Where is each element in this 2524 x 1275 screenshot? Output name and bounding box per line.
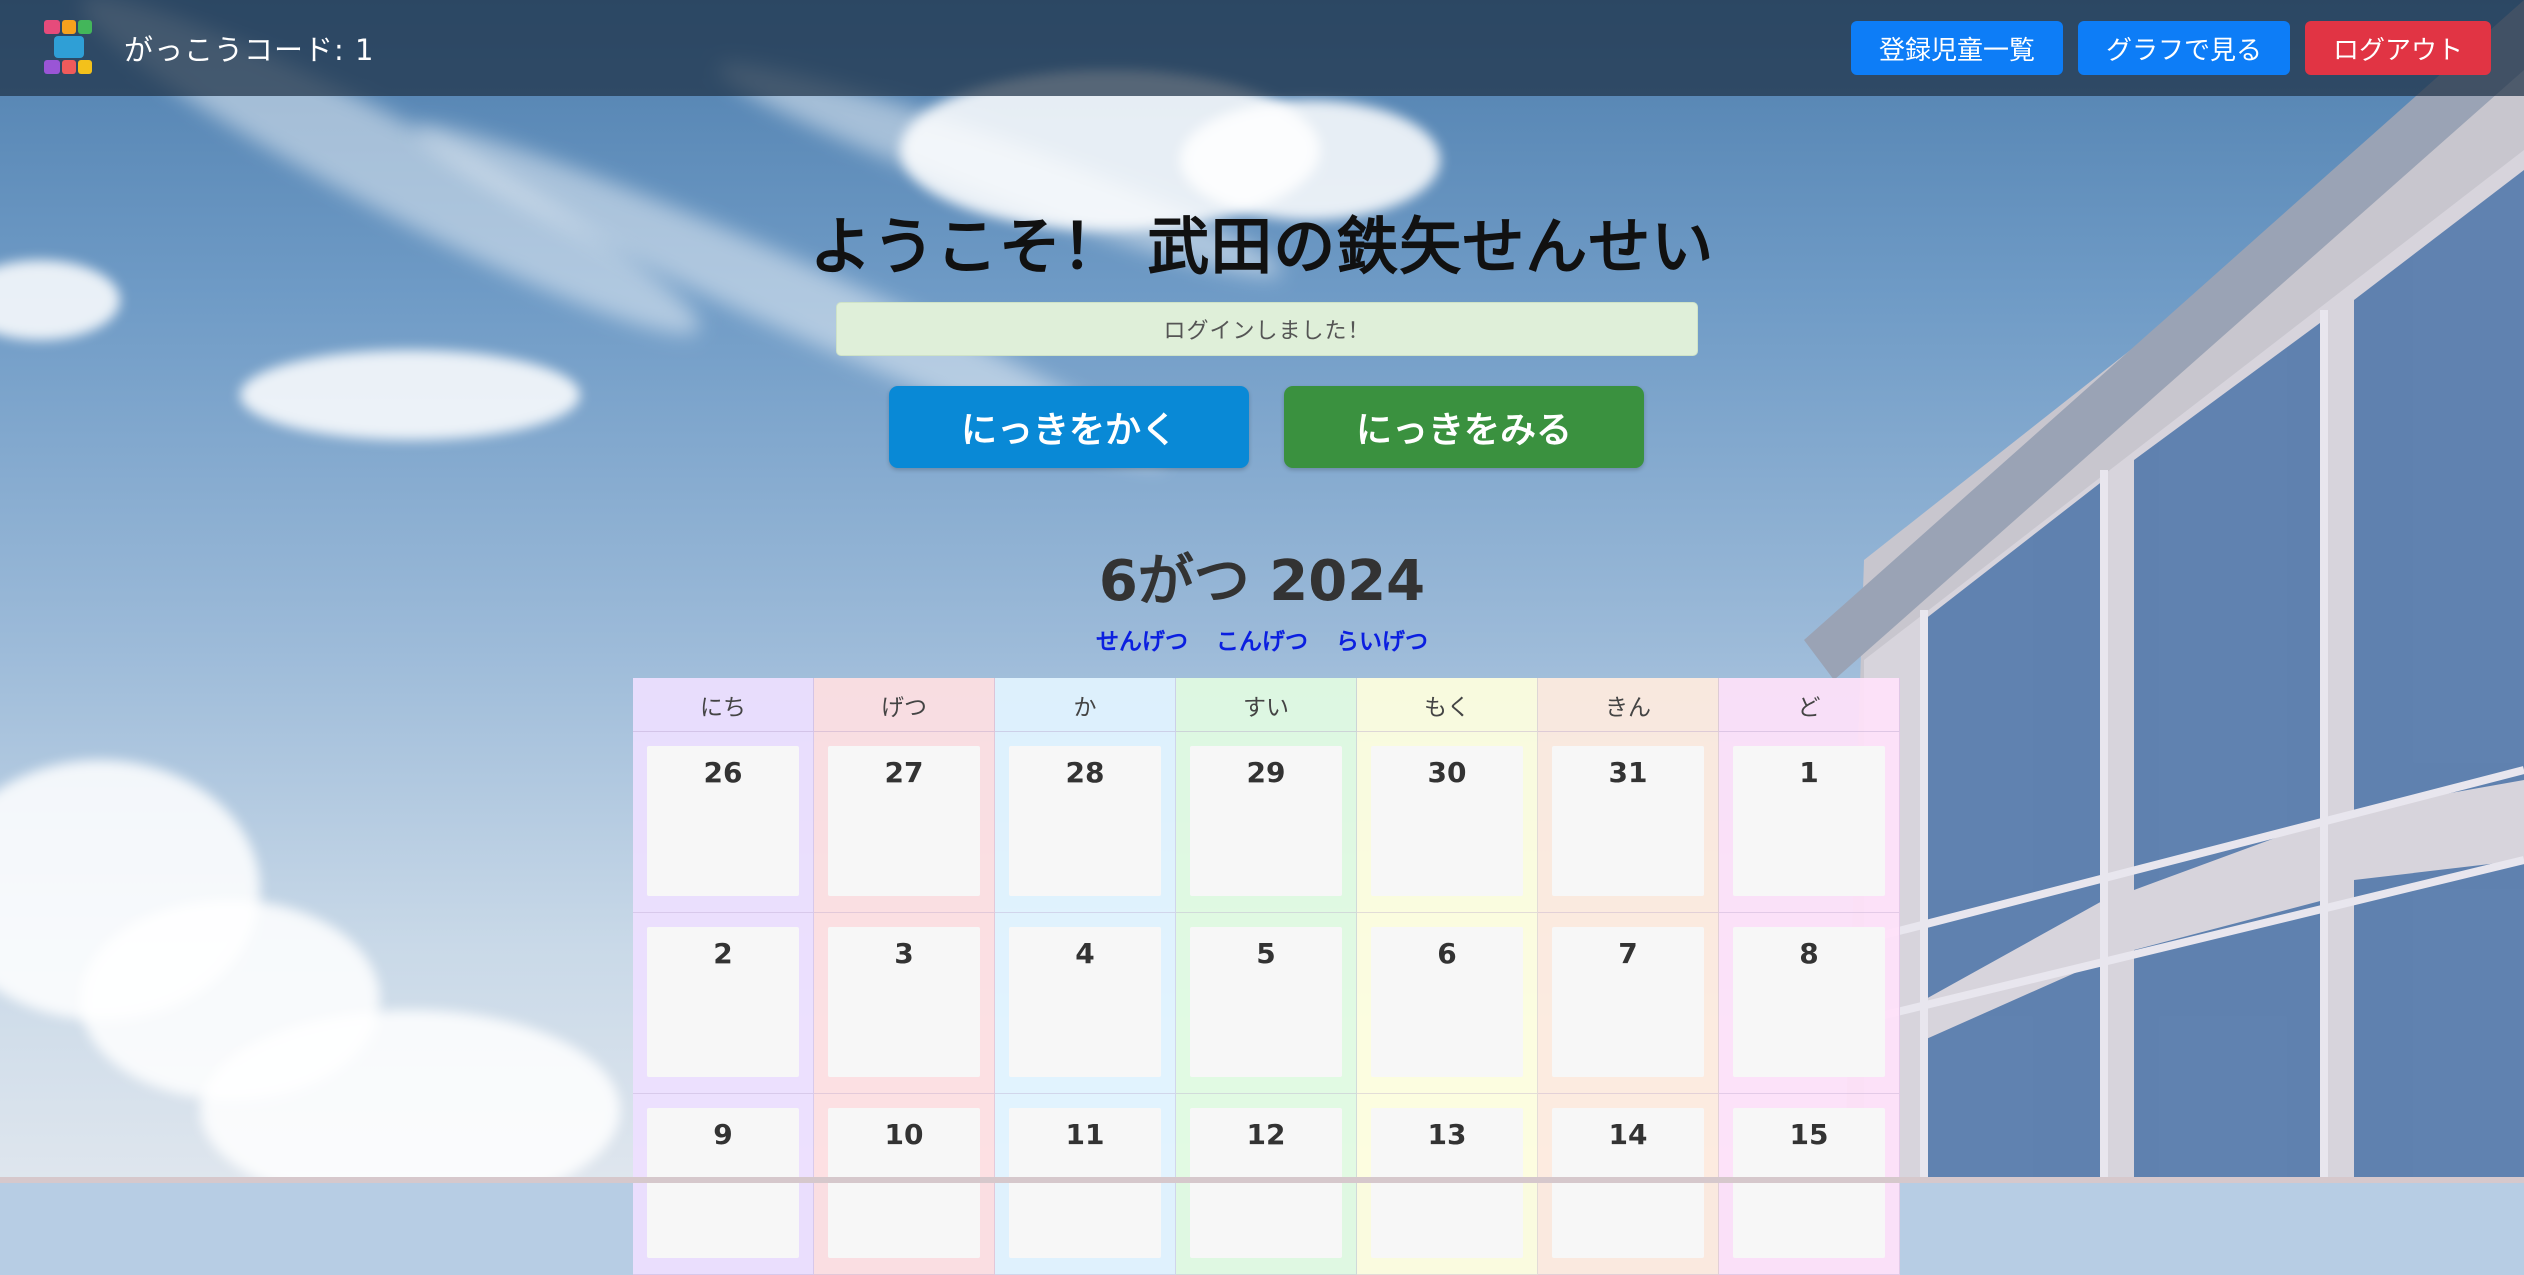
students-list-button[interactable]: 登録児童一覧 (1850, 21, 2063, 75)
calendar-week-row: 26 27 28 29 30 31 1 (633, 732, 1901, 913)
weekday-sun: にち (633, 678, 814, 732)
welcome-heading: ようこそ！ 武田の鉄矢せんせい (809, 210, 1715, 283)
top-navbar: がっこうコード: 1 登録児童一覧 グラフで見る ログアウト (0, 0, 2524, 96)
day-number: 15 (1789, 1118, 1829, 1151)
calendar-month-title: 6がつ 2024 (1098, 549, 1426, 614)
day-number: 31 (1608, 756, 1648, 789)
app-logo[interactable] (42, 18, 96, 78)
calendar-weekday-header: にち げつ か すい もく きん ど (633, 678, 1901, 732)
calendar-week-row: 2 3 4 5 6 7 8 (633, 913, 1901, 1094)
calendar-day-cell[interactable]: 26 (633, 732, 814, 913)
current-month-link[interactable]: こんげつ (1216, 629, 1308, 655)
nav-buttons: 登録児童一覧 グラフで見る ログアウト (1850, 21, 2491, 75)
day-number: 27 (884, 756, 924, 789)
calendar-day-cell[interactable]: 9 (633, 1094, 814, 1275)
graph-view-button[interactable]: グラフで見る (2077, 21, 2290, 75)
calendar-day-cell[interactable]: 30 (1357, 732, 1538, 913)
day-number: 29 (1246, 756, 1286, 789)
calendar-day-cell[interactable]: 4 (995, 913, 1176, 1094)
flash-message: ログインしました！ (836, 302, 1698, 356)
write-diary-button[interactable]: にっきをかく (889, 386, 1249, 468)
day-number: 13 (1427, 1118, 1467, 1151)
day-number: 10 (884, 1118, 924, 1151)
day-number: 11 (1065, 1118, 1105, 1151)
day-number: 4 (1075, 937, 1095, 970)
calendar-day-cell[interactable]: 7 (1538, 913, 1719, 1094)
calendar-day-cell[interactable]: 28 (995, 732, 1176, 913)
weekday-thu: もく (1357, 678, 1538, 732)
weekday-wed: すい (1176, 678, 1357, 732)
calendar-day-cell[interactable]: 29 (1176, 732, 1357, 913)
calendar-day-cell[interactable]: 11 (995, 1094, 1176, 1275)
calendar-day-cell[interactable]: 10 (814, 1094, 995, 1275)
day-number: 5 (1256, 937, 1276, 970)
page-bottom-edge (0, 1177, 2524, 1183)
view-diary-button[interactable]: にっきをみる (1284, 386, 1644, 468)
calendar-day-cell[interactable]: 6 (1357, 913, 1538, 1094)
prev-month-link[interactable]: せんげつ (1096, 629, 1188, 655)
app-logo-icon (44, 20, 92, 74)
calendar-day-cell[interactable]: 27 (814, 732, 995, 913)
day-number: 8 (1799, 937, 1819, 970)
calendar-day-cell[interactable]: 3 (814, 913, 995, 1094)
calendar-day-cell[interactable]: 12 (1176, 1094, 1357, 1275)
day-number: 3 (894, 937, 914, 970)
day-number: 2 (713, 937, 733, 970)
weekday-fri: きん (1538, 678, 1719, 732)
calendar-day-cell[interactable]: 1 (1719, 732, 1900, 913)
day-number: 30 (1427, 756, 1467, 789)
calendar-day-cell[interactable]: 5 (1176, 913, 1357, 1094)
day-number: 6 (1437, 937, 1457, 970)
weekday-tue: か (995, 678, 1176, 732)
day-number: 28 (1065, 756, 1105, 789)
day-number: 1 (1799, 756, 1819, 789)
calendar-grid: にち げつ か すい もく きん ど 26 27 28 29 30 31 1 2… (633, 678, 1901, 1275)
day-number: 7 (1618, 937, 1638, 970)
day-number: 14 (1608, 1118, 1648, 1151)
day-number: 9 (713, 1118, 733, 1151)
logout-button[interactable]: ログアウト (2304, 21, 2491, 75)
calendar-week-row: 9 10 11 12 13 14 15 (633, 1094, 1901, 1275)
next-month-link[interactable]: らいげつ (1336, 629, 1428, 655)
school-code-label: がっこうコード: 1 (124, 33, 375, 67)
calendar-day-cell[interactable]: 8 (1719, 913, 1900, 1094)
weekday-mon: げつ (814, 678, 995, 732)
calendar-day-cell[interactable]: 14 (1538, 1094, 1719, 1275)
calendar-day-cell[interactable]: 2 (633, 913, 814, 1094)
calendar-day-cell[interactable]: 13 (1357, 1094, 1538, 1275)
day-number: 12 (1246, 1118, 1286, 1151)
calendar-day-cell[interactable]: 31 (1538, 732, 1719, 913)
calendar-month-nav: せんげつ こんげつ らいげつ (0, 622, 2524, 656)
day-number: 26 (703, 756, 743, 789)
calendar-day-cell[interactable]: 15 (1719, 1094, 1900, 1275)
weekday-sat: ど (1719, 678, 1900, 732)
